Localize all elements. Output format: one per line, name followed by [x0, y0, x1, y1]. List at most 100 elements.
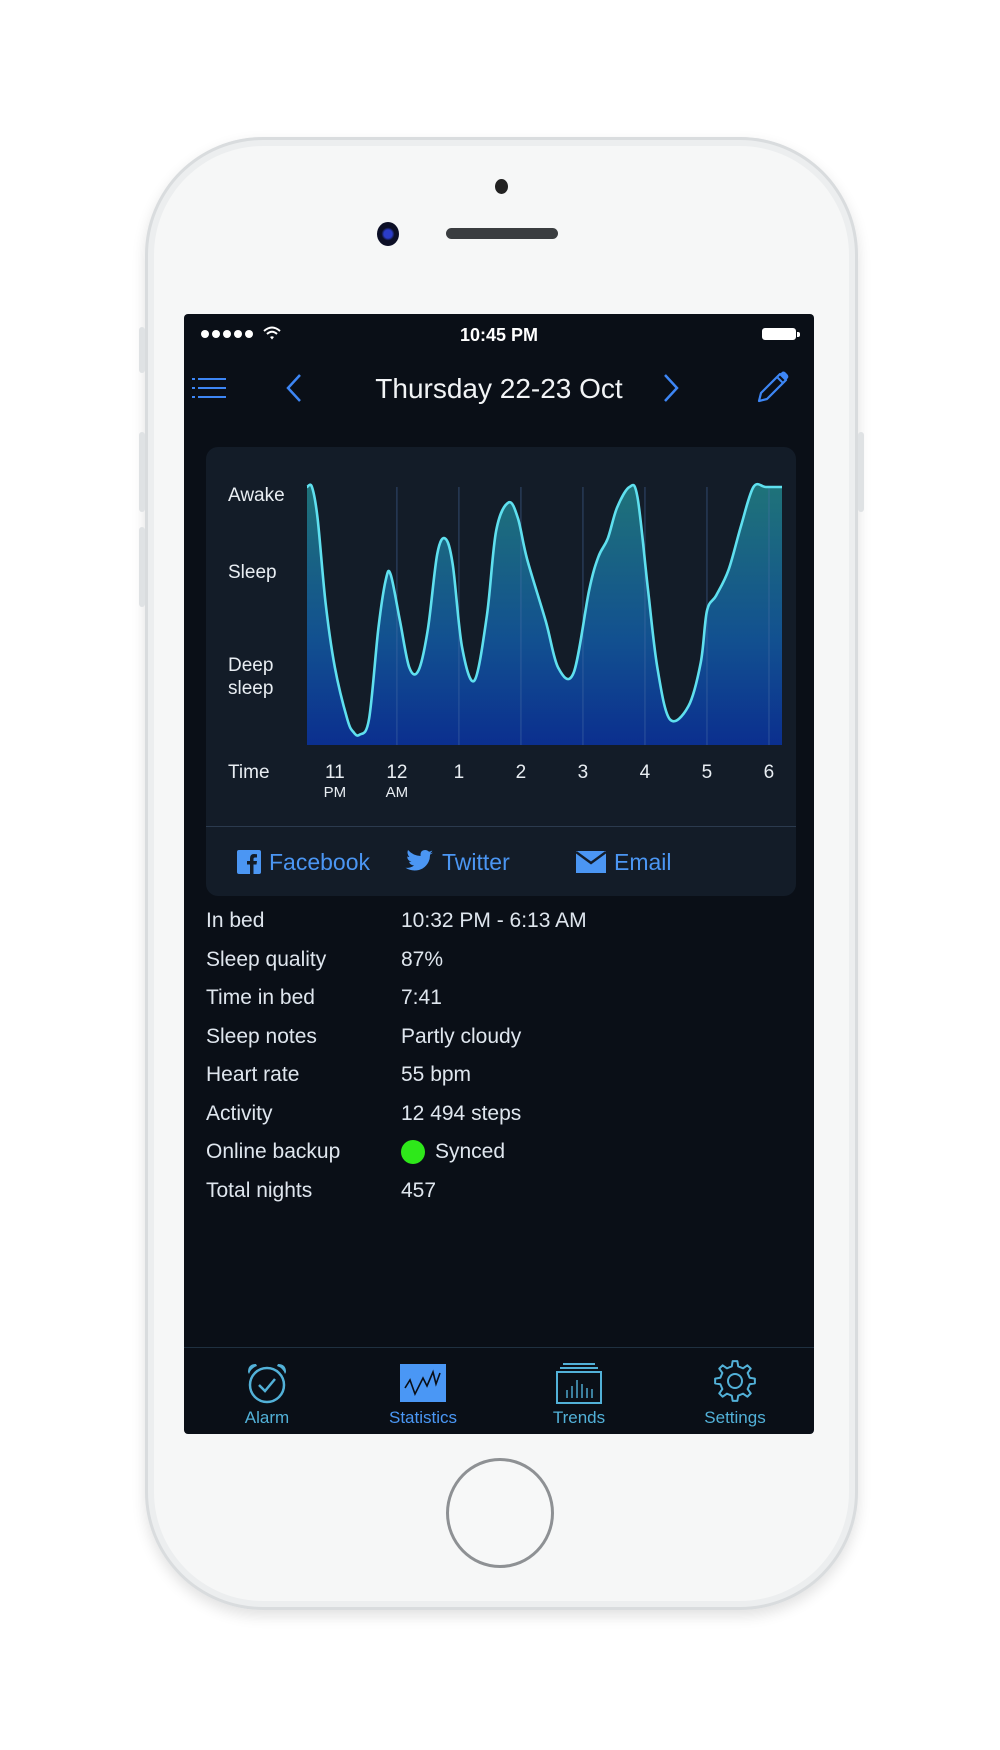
y-label-sleep: Sleep [228, 562, 277, 583]
status-time: 10:45 PM [459, 325, 539, 345]
edit-button[interactable] [750, 366, 794, 410]
proximity-sensor [495, 179, 508, 194]
y-label-word: sleep [228, 678, 274, 699]
x-tick-label: 3 [563, 762, 603, 784]
tab-statistics[interactable]: Statistics [345, 1348, 501, 1434]
front-camera [377, 222, 399, 246]
page-title: Thursday 22-23 Oct [375, 373, 623, 404]
x-tick-label: 6 [749, 762, 789, 784]
tab-bar: Alarm Statistics Trends Settings [184, 1347, 814, 1434]
stat-row-activity: Activity 12 494 steps [206, 1102, 796, 1141]
volume-down-button [139, 527, 145, 607]
share-twitter-label: Twitter [442, 848, 510, 875]
stat-value: 55 bpm [401, 1063, 471, 1087]
stat-row-heart-rate: Heart rate 55 bpm [206, 1063, 796, 1102]
stat-value: 10:32 PM - 6:13 AM [401, 909, 587, 933]
gear-icon [714, 1360, 756, 1402]
sync-status-indicator [401, 1140, 425, 1164]
share-email-label: Email [614, 848, 672, 875]
x-tick-hour: 12 [386, 762, 408, 783]
stat-value-text: 12 494 steps [401, 1101, 522, 1125]
stat-row-sleep-notes[interactable]: Sleep notes Partly cloudy [206, 1025, 796, 1064]
stat-label: Heart rate [206, 1063, 300, 1086]
stat-label: In bed [206, 909, 265, 932]
stat-value-text: 87% [401, 947, 444, 971]
stat-label: Sleep notes [206, 1024, 317, 1048]
sleep-stats-list: In bed 10:32 PM - 6:13 AM Sleep quality … [206, 909, 796, 1217]
tab-trends[interactable]: Trends [501, 1348, 657, 1434]
stat-row-time-in-bed: Time in bed 7:41 [206, 986, 796, 1025]
y-label-awake: Awake [228, 485, 285, 506]
stat-value: Partly cloudy [401, 1025, 521, 1049]
tab-settings-label: Settings [704, 1408, 766, 1427]
stat-value-text: 457 [401, 1178, 437, 1202]
stat-value: 12 494 steps [401, 1102, 521, 1126]
x-tick-label: 1 [439, 762, 479, 784]
twitter-bird-icon [405, 850, 433, 871]
x-axis-title: Time [228, 762, 270, 783]
pencil-icon [757, 371, 789, 403]
stat-value: 87% [401, 948, 443, 972]
x-tick-ampm: PM [323, 784, 347, 801]
tab-settings[interactable]: Settings [657, 1348, 813, 1434]
stat-value-text: 55 bpm [401, 1063, 472, 1086]
battery-icon [762, 328, 800, 340]
x-tick-ampm: AM [385, 784, 409, 801]
stat-label: Time in bed [206, 986, 315, 1009]
nav-bar: Thursday 22-23 Oct [184, 366, 814, 410]
x-tick-label: 12 AM [377, 762, 417, 802]
stat-label: Activity [206, 1101, 273, 1125]
power-button [858, 432, 864, 512]
next-day-button[interactable] [649, 366, 693, 410]
stat-label: Total nights [206, 1178, 313, 1202]
x-tick-hour: 6 [763, 762, 775, 783]
tab-trends-label: Trends [552, 1408, 606, 1427]
stat-value-text: Synced [435, 1140, 506, 1163]
stat-row-online-backup: Online backup Synced [206, 1140, 796, 1179]
stat-value: Synced [401, 1140, 505, 1164]
statistics-graph-icon [400, 1364, 446, 1402]
tab-statistics-label: Statistics [388, 1408, 458, 1427]
share-email-button[interactable]: Email [576, 844, 672, 880]
stat-value-text: 7:41 [401, 986, 442, 1009]
envelope-icon [576, 851, 606, 873]
stat-value: 7:41 [401, 986, 442, 1010]
chevron-right-icon [664, 374, 679, 402]
sleep-graph-card: Awake Sleep Deep sleep Time 11 PM 12 AM 1 2 3 4 5… [206, 447, 796, 896]
x-tick-label: 11 PM [315, 762, 355, 802]
mute-switch [139, 327, 145, 373]
stat-row-sleep-quality: Sleep quality 87% [206, 948, 796, 987]
x-tick-hour: 3 [577, 762, 589, 783]
status-bar: 10:45 PM [184, 314, 814, 356]
facebook-icon [237, 850, 261, 874]
x-tick-hour: 5 [701, 762, 713, 783]
x-tick-label: 5 [687, 762, 727, 784]
share-facebook-button[interactable]: Facebook [237, 844, 370, 880]
y-label-word: Deep [228, 655, 274, 676]
share-twitter-button[interactable]: Twitter [402, 844, 510, 880]
stat-value-text: 10:32 PM - 6:13 AM [401, 909, 587, 932]
x-tick-hour: 11 [325, 762, 345, 783]
x-tick-label: 2 [501, 762, 541, 784]
share-facebook-label: Facebook [269, 848, 371, 875]
home-button[interactable] [446, 1458, 554, 1568]
tab-alarm-label: Alarm [244, 1408, 290, 1427]
x-tick-hour: 2 [515, 762, 527, 783]
app-screen: 10:45 PM Thursday 22-23 Oct Awake Sleep … [184, 314, 814, 1434]
x-tick-hour: 4 [639, 762, 651, 783]
alarm-clock-icon [248, 1364, 286, 1404]
y-label-deep-sleep: Deep sleep [228, 654, 288, 700]
share-divider [206, 826, 796, 827]
volume-up-button [139, 432, 145, 512]
gear-outline [714, 1360, 756, 1402]
stat-label: Sleep quality [206, 947, 327, 971]
trends-bars-icon [556, 1363, 602, 1404]
stat-row-total-nights: Total nights 457 [206, 1179, 796, 1218]
x-tick-label: 4 [625, 762, 665, 784]
stat-value-text: Partly cloudy [401, 1024, 522, 1048]
earpiece-speaker [446, 228, 558, 239]
stat-label: Online backup [206, 1140, 341, 1163]
stat-value: 457 [401, 1179, 436, 1203]
tab-alarm[interactable]: Alarm [189, 1348, 345, 1434]
x-tick-hour: 1 [453, 762, 465, 783]
